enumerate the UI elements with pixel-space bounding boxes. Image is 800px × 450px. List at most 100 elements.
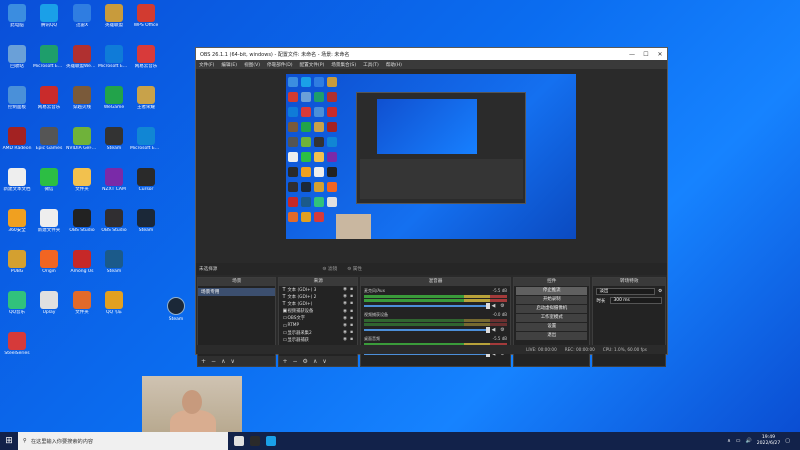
scene-item[interactable]: 场景专用 (198, 288, 276, 296)
start-virtual-camera-button[interactable]: 启动虚拟摄像机 (515, 305, 588, 313)
add-icon[interactable]: + (201, 358, 206, 365)
source-item[interactable]: ▭ RTMP ◉ ▪ (279, 322, 356, 329)
edge-taskbar-icon[interactable] (266, 436, 276, 446)
desktop-icon[interactable]: Microsoft Edge (130, 125, 162, 165)
desktop-icon[interactable]: Uplay (33, 289, 65, 329)
desktop-icon[interactable]: Epic Games (33, 125, 65, 165)
exit-button[interactable]: 退出 (515, 332, 588, 340)
add-icon[interactable]: + (282, 358, 287, 365)
visibility-eye-icon[interactable]: ◉ (343, 294, 350, 299)
visibility-eye-icon[interactable]: ◉ (343, 316, 350, 321)
desktop-icon[interactable]: 英雄联盟WeGame (66, 43, 98, 83)
chevron-down-icon[interactable]: ∨ (230, 358, 234, 365)
lock-icon[interactable]: ▪ (350, 316, 357, 321)
taskbar-search-box[interactable]: ⚲ 在这里输入你要搜索的内容 (18, 432, 228, 450)
desktop-icon[interactable]: 网易云音乐 (130, 43, 162, 83)
obs-titlebar[interactable]: OBS 26.1.1 (64-bit, windows) - 配置文件: 未命名… (196, 48, 667, 60)
desktop-icon[interactable]: 王者荣耀 (130, 84, 162, 124)
lock-icon[interactable]: ▪ (350, 309, 357, 314)
menu-help[interactable]: 帮助(H) (386, 62, 402, 68)
desktop-icon-steam[interactable]: Steam (164, 297, 188, 322)
preview-canvas[interactable] (286, 74, 576, 239)
stop-streaming-button[interactable]: 停止推流 (515, 287, 588, 295)
desktop-icon[interactable]: Among Us (66, 248, 98, 288)
menu-view[interactable]: 视图(V) (244, 62, 260, 68)
task-view-icon[interactable] (234, 436, 244, 446)
menu-profile[interactable]: 配置文件(P) (300, 62, 325, 68)
desktop-icon[interactable]: 360安全 (1, 207, 33, 247)
desktop-icon[interactable]: NVIDIA GeForce (66, 125, 98, 165)
volume-fader[interactable] (363, 327, 491, 333)
lock-icon[interactable]: ▪ (350, 337, 357, 342)
desktop-icon[interactable]: Origin (33, 248, 65, 288)
source-item[interactable]: T 文本 (GDI+) 3 ◉ ▪ (279, 286, 356, 293)
source-item[interactable]: T 文本 (GDI+) ◉ ▪ (279, 300, 356, 307)
desktop-icon[interactable]: Microsoft Edge (98, 43, 130, 83)
desktop-icon[interactable]: WPS Office (130, 2, 162, 42)
gear-icon[interactable]: ⚙ (498, 327, 507, 333)
desktop-icon[interactable]: 文件夹 (66, 289, 98, 329)
chevron-up-icon[interactable]: ∧ (727, 438, 731, 444)
desktop-icon[interactable]: Microsoft Edge (33, 43, 65, 83)
menu-tools[interactable]: 工具(T) (363, 62, 379, 68)
desktop-icon[interactable]: 微信 (33, 166, 65, 206)
desktop-icon[interactable]: 新建文本文档 (1, 166, 33, 206)
source-item[interactable]: ▭ 显示器采集2 ◉ ▪ (279, 329, 356, 336)
menu-file[interactable]: 文件(F) (199, 62, 214, 68)
network-icon[interactable]: ▭ (736, 438, 741, 444)
maximize-button[interactable]: ☐ (639, 51, 653, 58)
chevron-down-icon[interactable]: ∨ (322, 358, 326, 365)
speaker-icon[interactable]: ◀ (489, 303, 498, 309)
speaker-icon[interactable]: ◀ (489, 327, 498, 333)
visibility-eye-icon[interactable]: ◉ (343, 323, 350, 328)
chevron-up-icon[interactable]: ∧ (221, 358, 225, 365)
volume-fader[interactable] (363, 303, 491, 309)
desktop-icon[interactable]: 穿越火线 (66, 84, 98, 124)
visibility-eye-icon[interactable]: ◉ (343, 287, 350, 292)
filters-button[interactable]: ⚙ 滤镜 (322, 266, 337, 272)
desktop-icon[interactable]: PUBG (1, 248, 33, 288)
desktop-icon[interactable]: Cursor (130, 166, 162, 206)
chevron-up-icon[interactable]: ∧ (313, 358, 317, 365)
start-recording-button[interactable]: 开始录制 (515, 296, 588, 304)
desktop-icon[interactable]: Steam (130, 207, 162, 247)
desktop-icon[interactable]: Steam (98, 125, 130, 165)
lock-icon[interactable]: ▪ (350, 323, 357, 328)
menu-edit[interactable]: 编辑(E) (221, 62, 237, 68)
menu-docks[interactable]: 停靠部件(D) (267, 62, 293, 68)
transition-type-select[interactable]: 淡出 (596, 288, 656, 295)
desktop-icon[interactable]: 此电脑 (1, 2, 33, 42)
properties-button[interactable]: ⚙ 属性 (347, 266, 362, 272)
desktop-icon[interactable]: QQ飞车 (98, 289, 130, 329)
gear-icon[interactable]: ⚙ (658, 289, 662, 294)
lock-icon[interactable]: ▪ (350, 301, 357, 306)
remove-icon[interactable]: − (293, 358, 298, 365)
desktop-icon[interactable]: OBS Studio (66, 207, 98, 247)
remove-icon[interactable]: − (211, 358, 216, 365)
settings-button[interactable]: 设置 (515, 323, 588, 331)
volume-icon[interactable]: 🔊 (745, 438, 751, 444)
lock-icon[interactable]: ▪ (350, 287, 357, 292)
menu-scene-collection[interactable]: 场景集合(S) (331, 62, 356, 68)
desktop-icon[interactable]: 网易云音乐 (33, 84, 65, 124)
desktop-icon[interactable]: 回收站 (1, 43, 33, 83)
desktop-icon[interactable]: 腾讯QQ (33, 2, 65, 42)
windows-start-icon[interactable]: ⊞ (0, 436, 18, 446)
taskbar-clock[interactable]: 19:49 2022/6/27 (757, 435, 781, 447)
lock-icon[interactable]: ▪ (350, 294, 357, 299)
source-item[interactable]: ▣ 视频捕获设备 ◉ ▪ (279, 308, 356, 315)
visibility-eye-icon[interactable]: ◉ (343, 301, 350, 306)
desktop-icon[interactable]: NZXT CAM (98, 166, 130, 206)
minimize-button[interactable]: — (625, 51, 639, 58)
duration-input[interactable]: 300 ms (610, 297, 663, 304)
desktop-icon[interactable]: OBS Studio (98, 207, 130, 247)
desktop-icon[interactable]: 控制面板 (1, 84, 33, 124)
close-button[interactable]: ✕ (653, 51, 667, 58)
source-item[interactable]: ▭ 显示器捕获 ◉ ▪ (279, 336, 356, 343)
desktop-icon[interactable]: AMD Radeon (1, 125, 33, 165)
visibility-eye-icon[interactable]: ◉ (343, 337, 350, 342)
desktop-icon[interactable]: SteelSeries (1, 330, 33, 370)
desktop-icon[interactable]: WeGame (98, 84, 130, 124)
studio-mode-button[interactable]: 工作室模式 (515, 314, 588, 322)
desktop-icon[interactable]: 英雄联盟 (98, 2, 130, 42)
